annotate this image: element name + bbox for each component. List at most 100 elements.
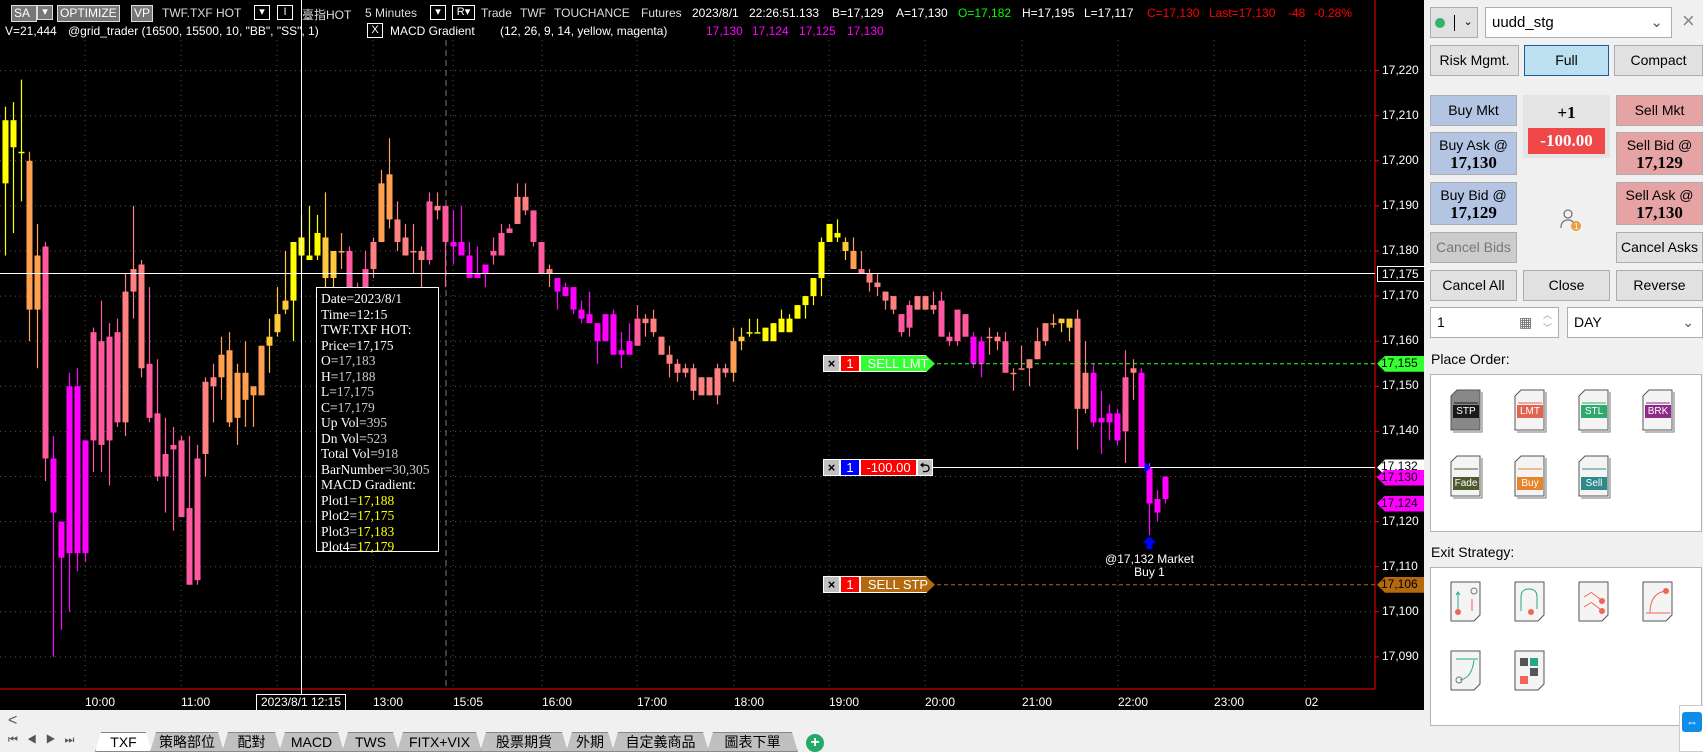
- cancel-asks-button[interactable]: Cancel Asks: [1616, 232, 1703, 263]
- price-chart[interactable]: [0, 0, 1424, 710]
- tooltip-row: O=17,183: [321, 353, 434, 369]
- candle: [858, 251, 865, 274]
- tab-3[interactable]: MACD: [279, 732, 344, 752]
- candle-body: [162, 453, 169, 477]
- order-type-lmt-icon[interactable]: LMT: [1514, 389, 1548, 433]
- candle-body: [386, 174, 393, 220]
- order-type-brk-icon[interactable]: BRK: [1642, 389, 1676, 433]
- tab-nav-arrows[interactable]: ⏮◀▶⏭: [8, 734, 83, 747]
- tab-6[interactable]: 股票期貨: [480, 732, 568, 752]
- candle: [250, 386, 257, 427]
- close-icon[interactable]: ×: [1682, 8, 1695, 34]
- order-type-sell-icon[interactable]: Sell: [1578, 455, 1612, 499]
- reverse-button[interactable]: Reverse: [1616, 270, 1703, 301]
- compact-view-button[interactable]: Compact: [1614, 45, 1703, 76]
- candle-body: [1098, 417, 1105, 423]
- tab-8[interactable]: 自定義商品: [612, 732, 709, 752]
- tab-0[interactable]: TXF: [95, 732, 152, 752]
- candle: [82, 440, 89, 563]
- quantity-input[interactable]: 1 ▦ ︿ ﹀: [1430, 307, 1559, 338]
- calculator-icon[interactable]: ▦: [1519, 314, 1532, 331]
- cancel-all-button[interactable]: Cancel All: [1430, 270, 1517, 301]
- candle-body: [986, 336, 993, 339]
- candle: [746, 318, 753, 337]
- bracket-exit-icon[interactable]: [1450, 581, 1484, 625]
- spinner-icon[interactable]: ︿ ﹀: [1543, 309, 1552, 335]
- sell-limit-order-tag[interactable]: × 1 SELL LMT: [823, 355, 935, 373]
- custom-exit-icon[interactable]: [1514, 650, 1548, 694]
- pnl-value: -100.00: [1528, 128, 1605, 154]
- sell-bid-button[interactable]: Sell Bid @17,129: [1616, 132, 1703, 175]
- candle: [490, 237, 497, 265]
- time-in-force-select[interactable]: DAY ⌄: [1567, 307, 1703, 338]
- multi-target-exit-icon[interactable]: [1578, 581, 1612, 625]
- order-label[interactable]: SELL LMT: [860, 355, 935, 373]
- tab-7[interactable]: 外期: [566, 732, 614, 752]
- order-type-stl-icon[interactable]: STL: [1578, 389, 1612, 433]
- candle: [186, 435, 193, 585]
- candle: [842, 237, 849, 261]
- candle-body: [714, 368, 721, 396]
- candle-body: [970, 336, 977, 364]
- tab-5[interactable]: FITX+VIX: [397, 732, 482, 752]
- candle-body: [130, 269, 137, 292]
- candle-body: [954, 309, 961, 342]
- cancel-order-button[interactable]: ×: [823, 355, 840, 373]
- candle-body: [826, 223, 833, 242]
- order-qty[interactable]: 1: [840, 576, 860, 594]
- full-view-button[interactable]: Full: [1524, 45, 1609, 76]
- reverse-icon[interactable]: ⮌: [917, 458, 933, 476]
- order-type-buy-icon[interactable]: Buy: [1514, 455, 1548, 499]
- trailing-exit-icon[interactable]: [1514, 581, 1548, 625]
- profit-target-exit-icon[interactable]: [1450, 650, 1484, 694]
- candle-body: [290, 241, 297, 301]
- candle-body: [938, 300, 945, 337]
- candle-body: [1138, 372, 1145, 468]
- cancel-bids-button[interactable]: Cancel Bids: [1430, 232, 1517, 263]
- candle-body: [426, 201, 433, 261]
- order-type-stp-icon[interactable]: STP: [1450, 389, 1484, 433]
- tooltip-key: L=: [321, 384, 337, 399]
- sell-market-button[interactable]: Sell Mkt: [1616, 95, 1703, 126]
- candle-body: [770, 323, 777, 342]
- order-qty[interactable]: 1: [840, 355, 860, 373]
- candle: [834, 219, 841, 242]
- candle: [1146, 462, 1153, 536]
- stop-loss-exit-icon[interactable]: [1642, 581, 1676, 625]
- sell-stop-order-tag[interactable]: × 1 SELL STP: [823, 576, 935, 594]
- risk-mgmt-button[interactable]: Risk Mgmt.: [1430, 45, 1519, 76]
- candle: [442, 205, 449, 288]
- candle-body: [106, 336, 113, 441]
- candle-body: [930, 305, 937, 310]
- buy-bid-button[interactable]: Buy Bid @17,129: [1430, 182, 1517, 225]
- tab-4[interactable]: TWS: [342, 732, 399, 752]
- teamviewer-icon[interactable]: ⇔: [1679, 705, 1703, 752]
- tab-1[interactable]: 策略部位: [150, 732, 224, 752]
- candle-body: [538, 241, 545, 274]
- time-tick-label: 20:00: [925, 695, 956, 709]
- position-tag[interactable]: × 1 -100.00 ⮌: [823, 458, 933, 476]
- strategy-select[interactable]: uudd_stg ⌄: [1485, 7, 1672, 38]
- candle: [170, 426, 177, 531]
- buy-ask-button[interactable]: Buy Ask @17,130: [1430, 132, 1517, 175]
- user-orders-icon[interactable]: 1: [1558, 208, 1586, 232]
- price-tick-label: 17,220: [1382, 62, 1419, 77]
- order-type-label: Sell: [1585, 478, 1603, 489]
- order-type-fade-icon[interactable]: Fade: [1450, 455, 1484, 499]
- connection-dropdown[interactable]: ⌄: [1430, 7, 1478, 38]
- tab-2[interactable]: 配對: [222, 732, 281, 752]
- scroll-left-icon[interactable]: <: [8, 712, 17, 730]
- close-position-button[interactable]: Close: [1523, 270, 1610, 301]
- candle: [1130, 359, 1137, 400]
- order-label[interactable]: SELL STP: [860, 576, 935, 594]
- candle: [850, 237, 857, 270]
- cancel-order-button[interactable]: ×: [823, 576, 840, 594]
- candle: [938, 291, 945, 337]
- close-position-button[interactable]: ×: [823, 458, 840, 476]
- sell-ask-button[interactable]: Sell Ask @17,130: [1616, 182, 1703, 225]
- add-tab-button[interactable]: +: [806, 734, 824, 752]
- tab-9[interactable]: 圖表下單: [707, 732, 798, 752]
- buy-market-button[interactable]: Buy Mkt: [1430, 95, 1517, 126]
- tooltip-price: Price=17,175: [321, 337, 394, 353]
- button-label: Buy Ask @: [1439, 136, 1508, 153]
